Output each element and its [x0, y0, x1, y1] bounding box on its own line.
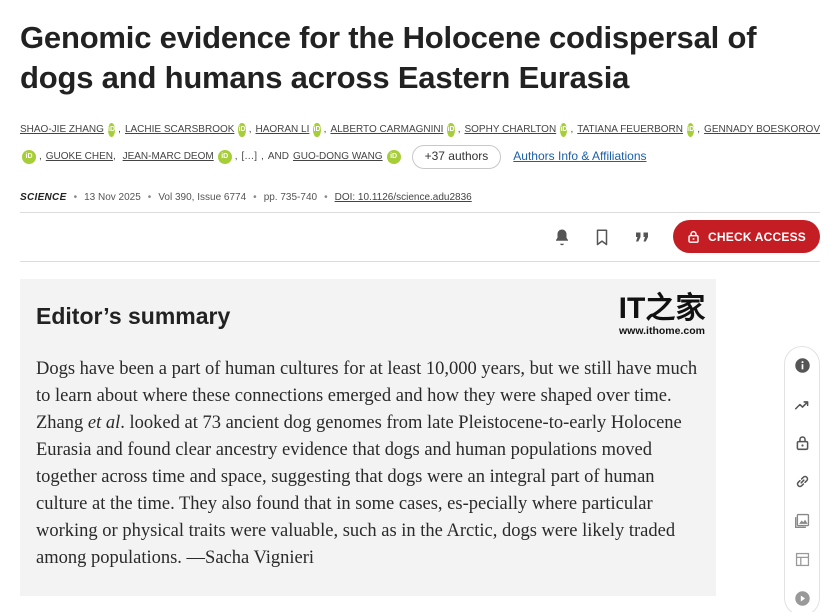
author-link[interactable]: TATIANA FEUERBORN [577, 116, 683, 143]
orcid-icon[interactable]: iD [447, 122, 455, 137]
image-icon[interactable] [792, 510, 812, 530]
and-label: AND [267, 151, 289, 162]
journal-name[interactable]: SCIENCE [20, 192, 67, 203]
author-link[interactable]: JEAN-MARC DEOM [123, 143, 214, 170]
table-icon[interactable] [792, 549, 812, 569]
author-link[interactable]: ALBERTO CARMAGNINI [330, 116, 443, 143]
lock-icon [688, 230, 699, 243]
orcid-icon[interactable]: iD [687, 122, 695, 137]
affiliations-link[interactable]: Authors Info & Affiliations [513, 143, 646, 170]
summary-heading: Editor’s summary [36, 303, 231, 329]
volume-issue[interactable]: Vol 390, Issue 6774 [158, 192, 246, 203]
orcid-icon[interactable]: iD [107, 122, 116, 137]
orcid-icon[interactable]: iD [217, 149, 232, 164]
article-title: Genomic evidence for the Holocene codisp… [20, 20, 757, 95]
editors-summary: Editor’s summary Dogs have been a part o… [20, 279, 716, 596]
divider [20, 261, 820, 262]
check-access-button[interactable]: CHECK ACCESS [673, 220, 820, 253]
orcid-icon[interactable]: iD [560, 122, 568, 137]
author-link[interactable]: LACHIE SCARSBROOK [125, 116, 234, 143]
publication-meta: SCIENCE • 13 Nov 2025 • Vol 390, Issue 6… [20, 192, 472, 203]
divider [20, 212, 820, 213]
author-link[interactable]: SHAO-JIE ZHANG [20, 116, 104, 143]
more-authors-button[interactable]: +37 authors [411, 144, 502, 169]
author-link[interactable]: SOPHY CHARLTON [464, 116, 556, 143]
bell-icon[interactable] [550, 225, 574, 249]
watermark-url: www.ithome.com [619, 325, 705, 337]
bookmark-icon[interactable] [590, 225, 614, 249]
author-ellipsis[interactable]: […] [241, 143, 257, 170]
author-link[interactable]: GUOKE CHEN [46, 143, 113, 170]
orcid-icon[interactable]: iD [238, 122, 246, 137]
page-range: pp. 735-740 [263, 192, 318, 203]
check-access-label: CHECK ACCESS [708, 229, 806, 244]
author-list: SHAO-JIE ZHANG iD, LACHIE SCARSBROOK iD,… [20, 116, 820, 170]
author-link[interactable]: GUO-DONG WANG [293, 143, 383, 170]
author-row-2: iD, GUOKE CHEN, JEAN-MARC DEOM iD, […], … [20, 143, 820, 170]
orcid-icon[interactable]: iD [386, 149, 401, 164]
side-rail [784, 346, 820, 612]
info-icon[interactable] [792, 355, 812, 375]
orcid-icon[interactable]: iD [22, 149, 36, 164]
watermark-logo: IT之家 [618, 292, 706, 325]
orcid-icon[interactable]: iD [313, 122, 321, 137]
link-icon[interactable] [792, 471, 812, 491]
lock-icon[interactable] [792, 432, 812, 452]
doi-link[interactable]: DOI: 10.1126/science.adu2836 [335, 192, 472, 203]
quote-icon[interactable] [630, 225, 654, 249]
ithome-watermark: IT之家 www.ithome.com [616, 287, 708, 337]
author-link[interactable]: HAORAN LI [255, 116, 309, 143]
article-toolbar [550, 220, 670, 254]
play-icon[interactable] [792, 588, 812, 608]
summary-text: Dogs have been a part of human cultures … [36, 359, 698, 568]
author-link[interactable]: GENNADY BOESKOROV [704, 116, 820, 143]
publication-date: 13 Nov 2025 [84, 192, 141, 203]
trending-icon[interactable] [792, 394, 812, 414]
author-row-1: SHAO-JIE ZHANG iD, LACHIE SCARSBROOK iD,… [20, 116, 820, 143]
